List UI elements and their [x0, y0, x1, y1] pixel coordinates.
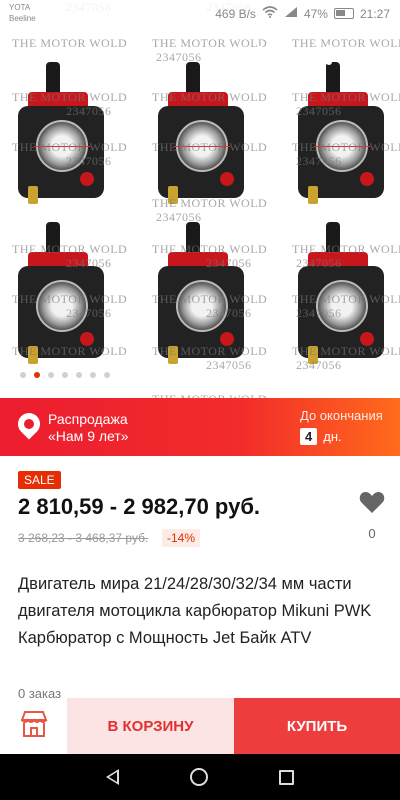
signal-icon — [284, 6, 298, 21]
product-image-gallery[interactable]: THE MOTOR WOLD THE MOTOR WOLD THE MOTOR … — [0, 0, 400, 398]
wishlist-count: 0 — [368, 526, 376, 541]
watermark: 2347056 — [296, 306, 342, 320]
action-bar: В КОРЗИНУ КУПИТЬ — [0, 698, 400, 754]
watermark: 2347056 — [206, 306, 252, 320]
watermark: THE MOTOR WOLD — [152, 90, 268, 104]
watermark: 2347056 — [66, 306, 112, 320]
watermark: 2347056 — [296, 358, 342, 372]
back-arrow-icon[interactable] — [20, 44, 42, 72]
battery-percent: 47% — [303, 6, 328, 21]
sale-title: Распродажа — [48, 411, 128, 427]
store-button[interactable] — [0, 698, 67, 754]
cart-icon[interactable] — [256, 44, 280, 73]
watermark: THE MOTOR WOLD — [12, 140, 128, 154]
watermark: THE MOTOR WOLD — [152, 344, 268, 358]
watermark: 2347056 — [66, 256, 112, 270]
discount-badge: -14% — [162, 529, 201, 547]
watermark: 2347056 — [296, 104, 342, 118]
watermark: THE MOTOR WOLD — [12, 90, 128, 104]
gallery-dot[interactable] — [20, 372, 26, 378]
wishlist-button[interactable]: 0 — [357, 490, 387, 541]
clock: 21:27 — [359, 6, 390, 21]
carburetor-image — [158, 62, 244, 212]
watermark: THE MOTOR WOLD — [152, 36, 268, 50]
old-price: 3 268,23 - 3 468,37 руб. — [18, 531, 149, 545]
current-price: 2 810,59 - 2 982,70 руб. — [18, 494, 261, 519]
nav-home-icon[interactable] — [189, 768, 208, 786]
carburetor-image — [298, 62, 384, 212]
network-speed: 469 B/s — [215, 6, 256, 21]
status-bar: YOTA Beeline 469 B/s 47% 21:27 — [0, 0, 400, 30]
watermark: THE MOTOR WOLD — [152, 140, 268, 154]
wifi-icon — [262, 6, 278, 21]
watermark: THE MOTOR WOLD — [12, 242, 128, 256]
watermark: THE MOTOR WOLD — [152, 196, 268, 210]
watermark: THE MOTOR WOLD — [292, 90, 400, 104]
gallery-dot[interactable] — [90, 372, 96, 378]
countdown-days: 4 — [300, 428, 318, 445]
watermark: 2347056 — [66, 104, 112, 118]
gallery-pagination — [20, 372, 110, 378]
watermark: THE MOTOR WOLD — [12, 344, 128, 358]
countdown-label: До окончания — [300, 408, 383, 423]
share-icon[interactable] — [312, 44, 334, 73]
store-icon — [19, 710, 49, 743]
watermark: 2347056 — [156, 50, 202, 64]
add-to-cart-button[interactable]: В КОРЗИНУ — [67, 698, 234, 754]
watermark: THE MOTOR WOLD — [152, 242, 268, 256]
more-icon[interactable] — [366, 44, 374, 73]
watermark: THE MOTOR WOLD — [292, 36, 400, 50]
nav-recents-icon[interactable] — [279, 769, 295, 785]
countdown: 4 дн. — [300, 428, 342, 445]
heart-icon[interactable] — [357, 490, 387, 518]
nav-back-icon[interactable] — [105, 769, 119, 785]
watermark: THE MOTOR WOLD — [12, 292, 128, 306]
gallery-dot[interactable] — [48, 372, 54, 378]
watermark: THE MOTOR WOLD — [292, 140, 400, 154]
battery-icon — [333, 8, 354, 19]
countdown-unit: дн. — [323, 429, 342, 444]
sale-banner[interactable]: Распродажа «Нам 9 лет» До окончания 4 дн… — [0, 398, 400, 456]
watermark: 2347056 — [206, 256, 252, 270]
watermark: THE MOTOR WOLD — [152, 292, 268, 306]
carrier-1: YOTA — [9, 3, 31, 12]
watermark: 2347056 — [296, 256, 342, 270]
carrier-2: Beeline — [9, 14, 36, 23]
system-nav-bar — [0, 754, 400, 800]
carburetor-image — [18, 62, 104, 212]
watermark: 2347056 — [156, 210, 202, 224]
location-pin-icon — [13, 408, 45, 440]
watermark: THE MOTOR WOLD — [292, 344, 400, 358]
sale-badge: SALE — [18, 471, 61, 489]
sale-subtitle: «Нам 9 лет» — [48, 428, 129, 444]
watermark: 2347056 — [296, 154, 342, 168]
product-title: Двигатель мира 21/24/28/30/32/34 мм част… — [18, 575, 372, 647]
watermark: 2347056 — [66, 154, 112, 168]
gallery-dot[interactable] — [104, 372, 110, 378]
watermark: THE MOTOR WOLD — [292, 242, 400, 256]
watermark: 2347056 — [206, 358, 252, 372]
gallery-dot[interactable] — [62, 372, 68, 378]
buy-now-button[interactable]: КУПИТЬ — [234, 698, 400, 754]
gallery-dot[interactable] — [34, 372, 40, 378]
gallery-dot[interactable] — [76, 372, 82, 378]
watermark: THE MOTOR WOLD — [292, 292, 400, 306]
